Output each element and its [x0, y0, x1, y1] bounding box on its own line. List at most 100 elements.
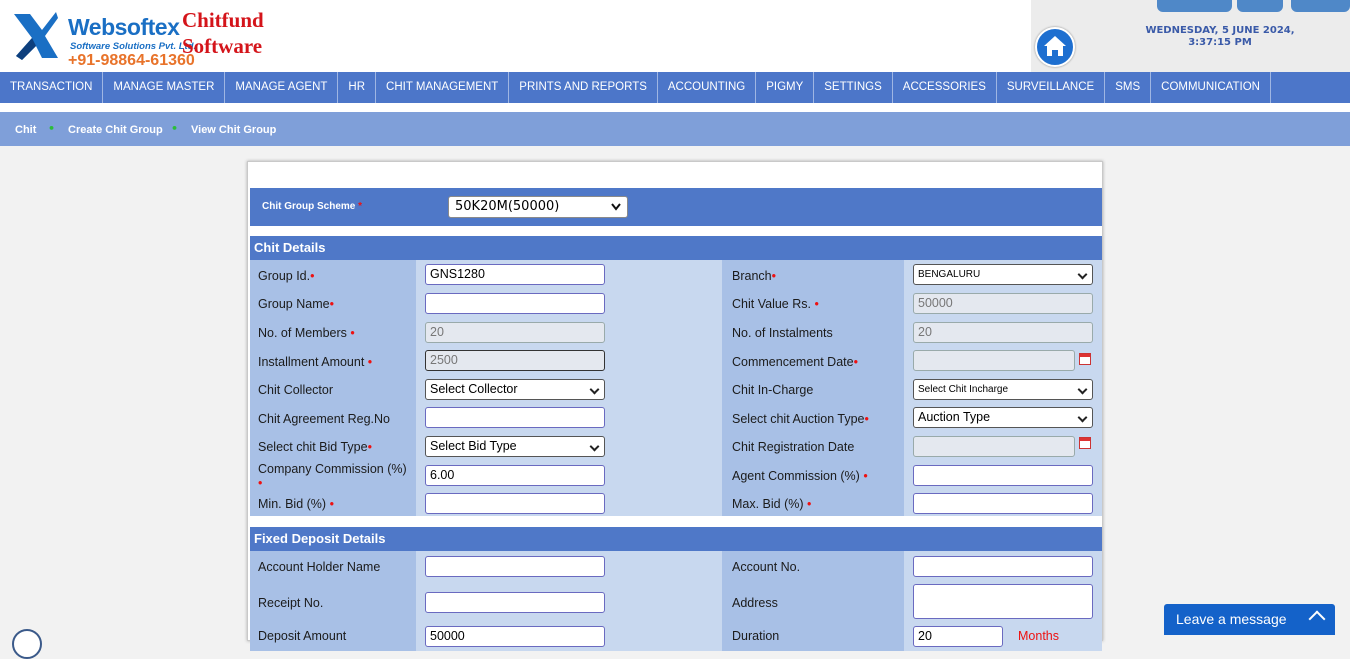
address-textarea[interactable]	[913, 584, 1093, 619]
incharge-label: Chit In-Charge	[732, 383, 814, 397]
brand-subtitle: Software Solutions Pvt. Ltd.	[70, 41, 197, 52]
collector-select[interactable]: Select Collector	[425, 379, 605, 400]
main-nav: TRANSACTION MANAGE MASTER MANAGE AGENT HR CH…	[0, 72, 1350, 103]
nav-item-settings[interactable]: SETTINGS	[814, 72, 893, 103]
installment-input[interactable]: 2500	[425, 350, 605, 371]
breadcrumb-separator-icon: •	[171, 122, 179, 135]
branch-label: Branch•	[732, 269, 776, 283]
scheme-label: Chit Group Scheme *	[262, 201, 363, 212]
nav-item-prints-and-reports[interactable]: PRINTS AND REPORTS	[509, 72, 658, 103]
nav-item-transaction[interactable]: TRANSACTION	[0, 72, 104, 103]
registration-date-label: Chit Registration Date	[732, 440, 855, 454]
nav-item-manage-agent[interactable]: MANAGE AGENT	[225, 72, 339, 103]
chevron-up-icon	[1308, 610, 1326, 628]
instalments-label: No. of Instalments	[732, 326, 833, 340]
scheme-select-value: 50K20M(50000)	[455, 199, 560, 214]
members-label: No. of Members •	[258, 326, 355, 340]
holder-input[interactable]	[425, 556, 605, 577]
deposit-amount-input[interactable]: 50000	[425, 626, 605, 647]
nav-item-accounting[interactable]: ACCOUNTING	[658, 72, 757, 103]
members-input[interactable]: 20	[425, 322, 605, 343]
address-label: Address	[732, 596, 778, 610]
chit-details-heading: Chit Details	[250, 236, 1102, 260]
branch-select[interactable]: BENGALURU	[913, 264, 1093, 285]
collector-label: Chit Collector	[258, 383, 334, 397]
chit-value-label: Chit Value Rs. •	[732, 297, 819, 311]
account-no-input[interactable]	[913, 556, 1093, 577]
app-title-line1: Chitfund	[182, 8, 264, 32]
auction-type-label: Select chit Auction Type•	[732, 412, 869, 426]
group-id-label: Group Id.•	[258, 269, 315, 283]
max-bid-label: Max. Bid (%) •	[732, 497, 812, 511]
receipt-label: Receipt No.	[258, 596, 324, 610]
top-button-1[interactable]	[1157, 0, 1232, 12]
duration-input[interactable]: 20	[913, 626, 1003, 647]
header: Websoftex Software Solutions Pvt. Ltd. +…	[0, 0, 1350, 72]
home-icon	[1044, 36, 1066, 56]
brand-phone: +91-98864-61360	[68, 52, 195, 69]
agent-commission-label: Agent Commission (%) •	[732, 469, 868, 483]
scheme-row: Chit Group Scheme * 50K20M(50000)	[250, 188, 1102, 226]
current-time: 3:37:15 PM	[1188, 37, 1252, 48]
chat-widget[interactable]: Leave a message	[1164, 604, 1335, 635]
deposit-amount-label: Deposit Amount	[258, 629, 347, 643]
chit-value-input[interactable]: 50000	[913, 293, 1093, 314]
agent-commission-input[interactable]	[913, 465, 1093, 486]
bid-type-select[interactable]: Select Bid Type	[425, 436, 605, 457]
current-date: WEDNESDAY, 5 JUNE 2024,	[1145, 25, 1295, 36]
breadcrumb-view-chit-group[interactable]: View Chit Group	[191, 124, 276, 136]
nav-item-chit-management[interactable]: CHIT MANAGEMENT	[376, 72, 510, 103]
nav-item-manage-master[interactable]: MANAGE MASTER	[103, 72, 226, 103]
company-commission-label: Company Commission (%) •	[258, 462, 407, 490]
brand-name: Websoftex	[68, 14, 180, 40]
instalments-input[interactable]: 20	[913, 322, 1093, 343]
nav-item-accessories[interactable]: ACCESSORIES	[893, 72, 997, 103]
fixed-deposit-heading: Fixed Deposit Details	[250, 527, 1102, 551]
nav-item-hr[interactable]: HR	[338, 72, 377, 103]
top-button-2[interactable]	[1237, 0, 1283, 12]
holder-label: Account Holder Name	[258, 560, 381, 574]
receipt-input[interactable]	[425, 592, 605, 613]
nav-item-communication[interactable]: COMMUNICATION	[1151, 72, 1271, 103]
nav-item-pigmy[interactable]: PIGMY	[756, 72, 815, 103]
nav-spacer	[0, 103, 1350, 112]
chat-label: Leave a message	[1176, 611, 1287, 627]
agreement-label: Chit Agreement Reg.No	[258, 412, 391, 426]
websoftex-logo-icon	[14, 12, 58, 60]
installment-label: Installment Amount •	[258, 355, 373, 369]
company-logo[interactable]: Websoftex Software Solutions Pvt. Ltd. +…	[8, 6, 1030, 70]
nav-item-surveillance[interactable]: SURVEILLANCE	[997, 72, 1106, 103]
commencement-label: Commencement Date•	[732, 355, 858, 369]
account-no-label: Account No.	[732, 560, 801, 574]
scheme-select[interactable]: 50K20M(50000)	[448, 196, 628, 218]
top-button-3[interactable]	[1291, 0, 1350, 12]
datetime-display: WEDNESDAY, 5 JUNE 2024, 3:37:15 PM	[1120, 25, 1320, 49]
duration-label: Duration	[732, 629, 780, 643]
agreement-input[interactable]	[425, 407, 605, 428]
chit-details-grid: Group Id.• Group Name• No. of Members • …	[250, 260, 1102, 516]
home-button[interactable]	[1035, 27, 1075, 67]
chevron-down-icon	[611, 203, 621, 211]
breadcrumb-separator-icon: •	[48, 122, 56, 135]
min-bid-input[interactable]	[425, 493, 605, 514]
max-bid-input[interactable]	[913, 493, 1093, 514]
corner-badge-icon[interactable]	[12, 629, 42, 659]
group-name-label: Group Name•	[258, 297, 334, 311]
calendar-icon[interactable]	[1079, 437, 1091, 449]
breadcrumb-chit[interactable]: Chit	[15, 124, 36, 136]
company-commission-input[interactable]: 6.00	[425, 465, 605, 486]
auction-type-select[interactable]: Auction Type	[913, 407, 1093, 428]
duration-unit: Months	[1018, 629, 1059, 643]
calendar-icon[interactable]	[1079, 353, 1091, 365]
nav-item-sms[interactable]: SMS	[1105, 72, 1152, 103]
fixed-deposit-grid: Account Holder Name Receipt No. Deposit …	[250, 551, 1102, 651]
chit-group-form: Chit Group Scheme * 50K20M(50000) Chit D…	[247, 161, 1103, 651]
breadcrumb: Chit • Create Chit Group • View Chit Gro…	[0, 112, 1350, 146]
commencement-date-input[interactable]	[913, 350, 1075, 371]
group-id-input[interactable]: GNS1280	[425, 264, 605, 285]
group-name-input[interactable]	[425, 293, 605, 314]
min-bid-label: Min. Bid (%) •	[258, 497, 334, 511]
registration-date-input[interactable]	[913, 436, 1075, 457]
breadcrumb-create-chit-group[interactable]: Create Chit Group	[68, 124, 163, 136]
incharge-select[interactable]: Select Chit Incharge	[913, 379, 1093, 400]
